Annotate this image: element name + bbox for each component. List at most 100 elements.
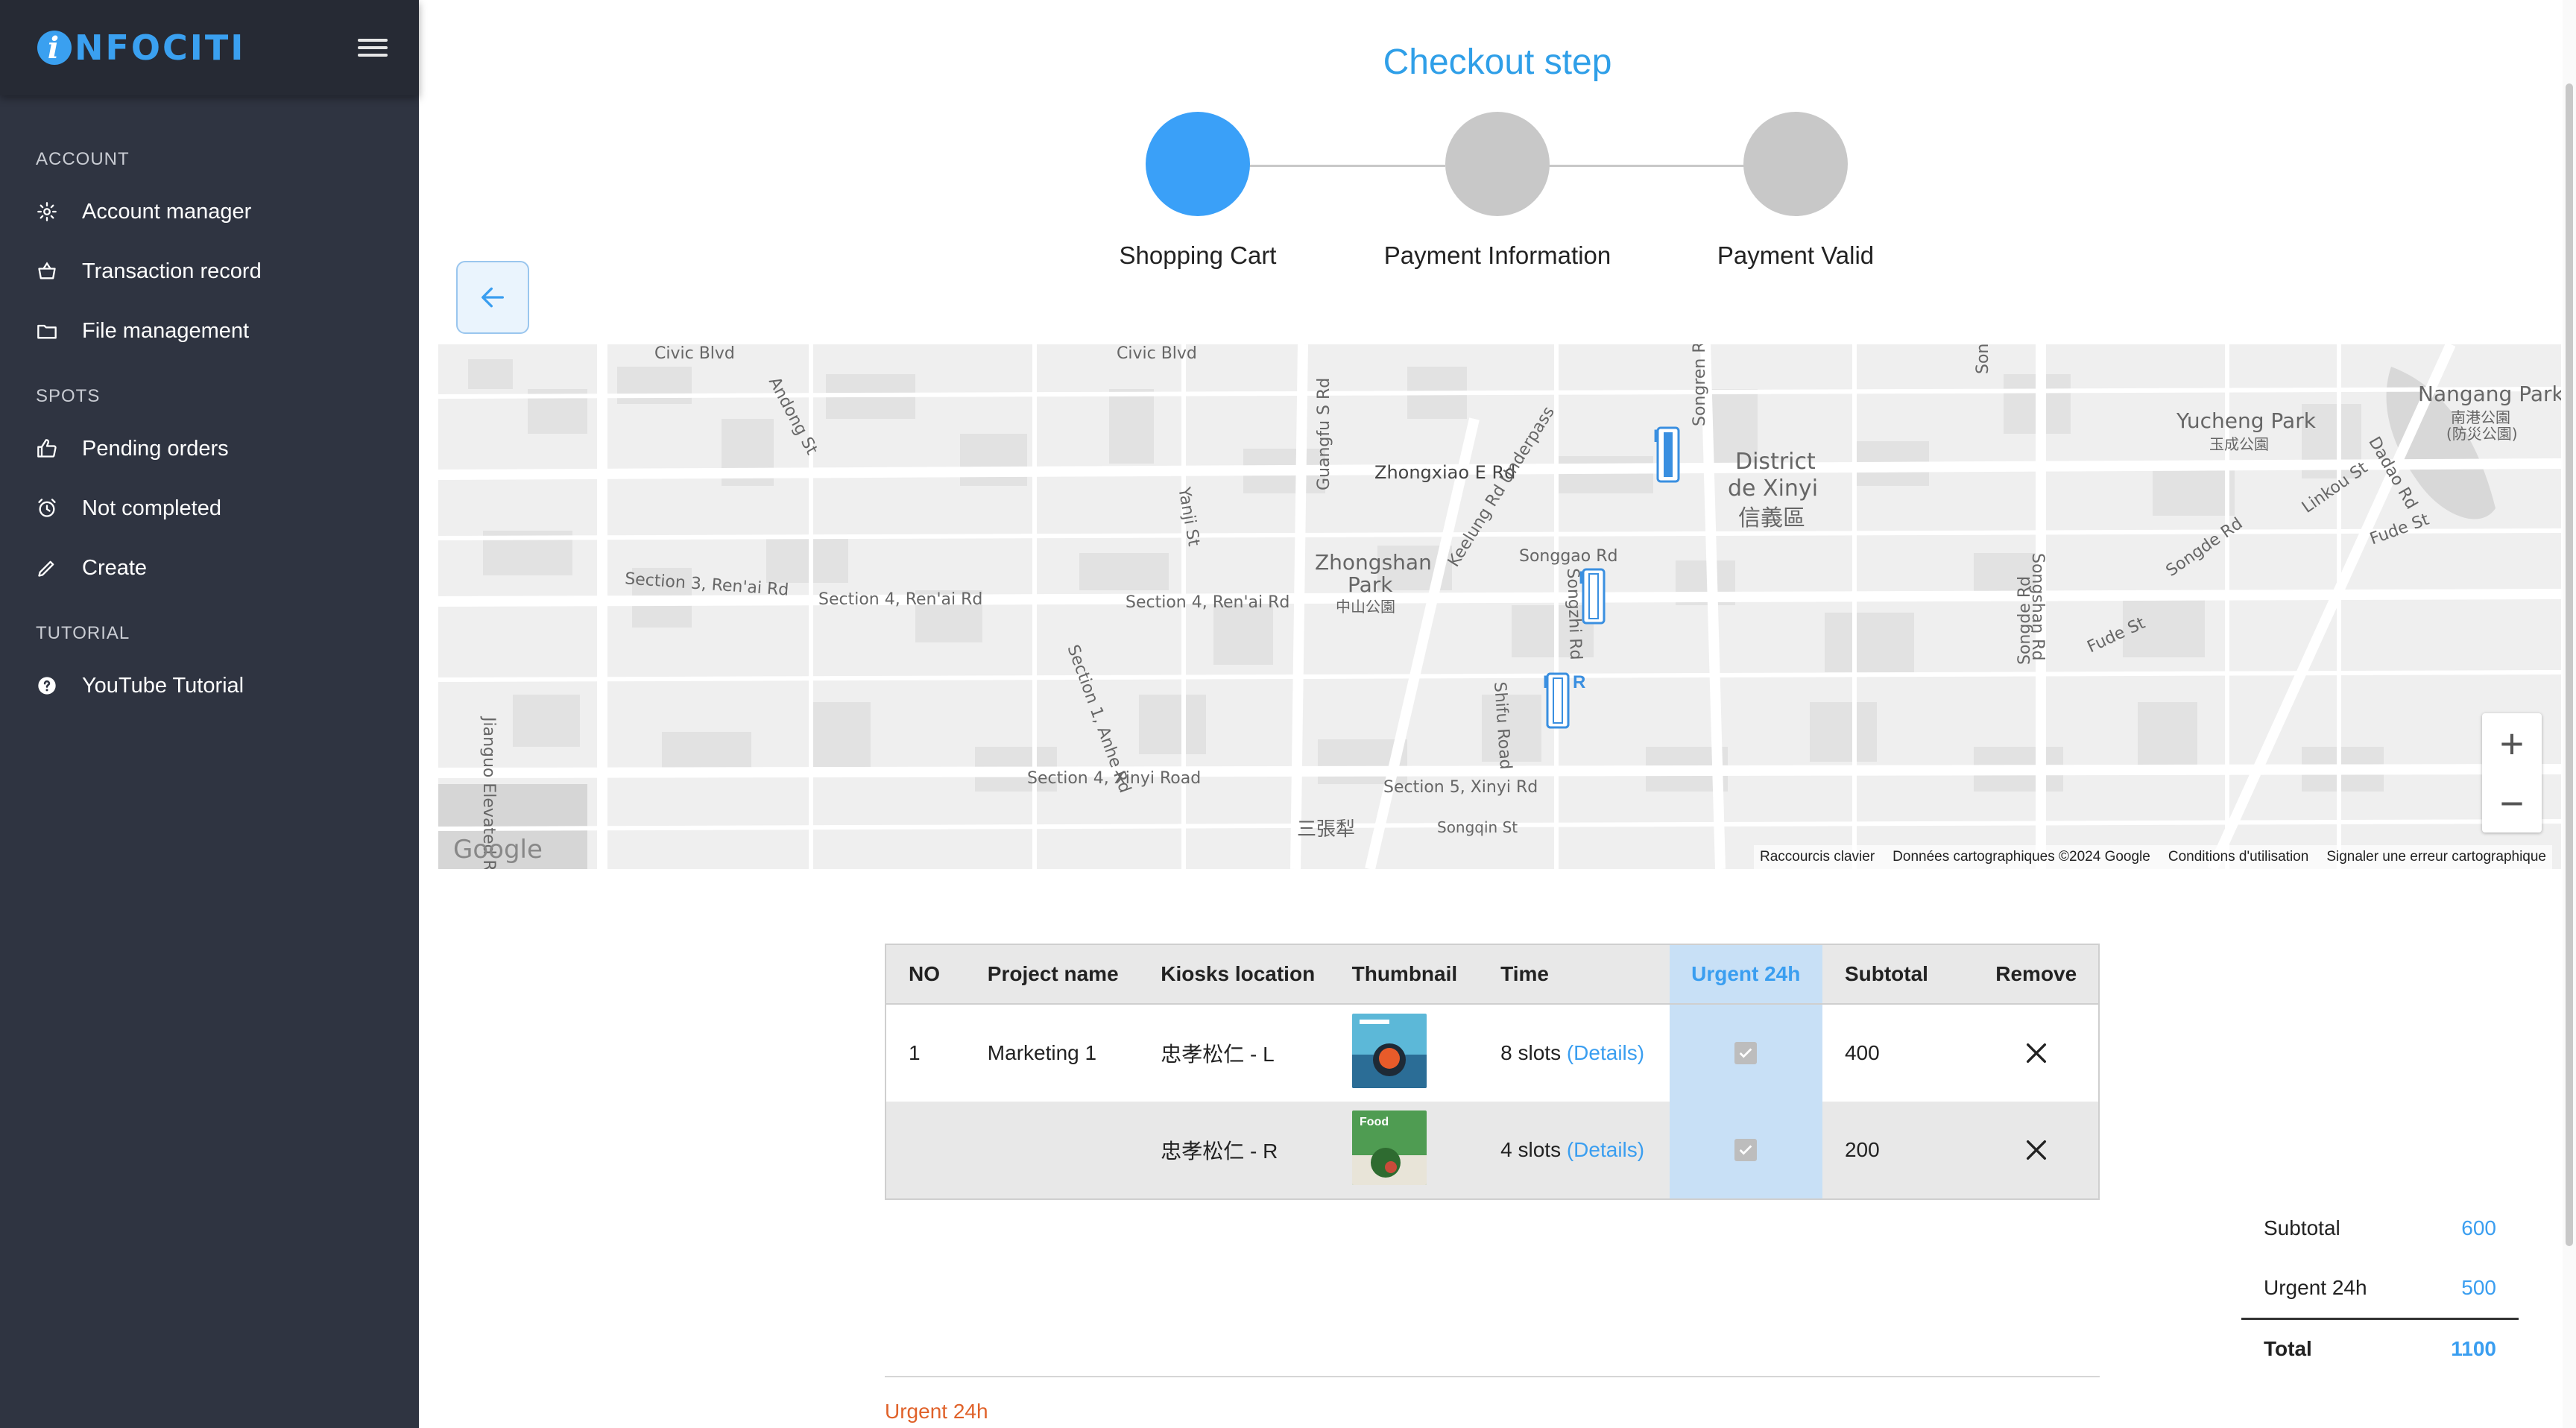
logo-initial: i: [37, 31, 72, 66]
thumbs-up-icon: [36, 437, 58, 460]
table-header-row: NO Project name Kiosks location Thumbnai…: [886, 945, 2098, 1005]
column-header-project: Project name: [987, 962, 1119, 985]
scrollbar-thumb[interactable]: [2566, 83, 2573, 1246]
kiosk-icon: [1546, 672, 1570, 729]
sidebar: i NFOCITI ACCOUNT Account manager Transa…: [0, 0, 419, 1428]
map-label: (防災公園): [2446, 425, 2518, 443]
map-label: Park: [1348, 572, 1393, 597]
divider: [885, 1376, 2100, 1377]
urgent-checkbox[interactable]: [1734, 1042, 1758, 1064]
slots-text: 4 slots: [1500, 1138, 1562, 1161]
sidebar-item-label: Pending orders: [82, 436, 229, 461]
checkout-title: Checkout step: [1383, 42, 1612, 82]
sidebar-section-tutorial: TUTORIAL: [36, 623, 130, 643]
sidebar-item-account-manager[interactable]: Account manager: [0, 182, 419, 241]
terms-link[interactable]: Conditions d'utilisation: [2168, 849, 2308, 865]
urgent-note: Urgent 24h: [885, 1400, 988, 1423]
checkmark-icon: [1739, 1048, 1752, 1058]
cell-subtotal: 200: [1844, 1138, 1880, 1161]
column-header-remove: Remove: [1995, 962, 2077, 985]
sidebar-item-transaction-record[interactable]: Transaction record: [0, 241, 419, 301]
map-view[interactable]: Civic Blvd Civic Blvd Zhongxiao E Rd Dis…: [438, 344, 2561, 869]
sidebar-item-label: Account manager: [82, 199, 252, 224]
kiosk-marker[interactable]: L R: [1653, 426, 1680, 483]
step-payment-valid-circle: [1743, 112, 1848, 216]
map-label: Songren Rd: [1690, 344, 1709, 426]
zoom-out-button[interactable]: −: [2482, 773, 2542, 833]
map-label: 中山公園: [1336, 598, 1395, 616]
sidebar-item-file-management[interactable]: File management: [0, 301, 419, 361]
map-label: Civic Blvd: [654, 344, 735, 363]
cell-subtotal: 400: [1844, 1041, 1880, 1064]
cell-location: 忠孝松仁 - R: [1161, 1140, 1278, 1163]
cell-time: 8 slots (Details): [1478, 1041, 1669, 1065]
cell-location: 忠孝松仁 - L: [1161, 1043, 1275, 1066]
cell-remove: [1974, 1137, 2098, 1163]
details-link[interactable]: (Details): [1567, 1041, 1644, 1064]
subtotal-label: Subtotal: [2264, 1216, 2340, 1239]
map-label: Zhongshan: [1315, 550, 1432, 575]
sidebar-item-label: File management: [82, 318, 250, 343]
report-error-link[interactable]: Signaler une erreur cartographique: [2326, 849, 2546, 865]
kiosk-marker[interactable]: L R R: [1543, 672, 1586, 729]
step-shopping-cart-circle: [1146, 112, 1250, 216]
total-label: Total: [2264, 1336, 2312, 1360]
google-logo: Google: [453, 835, 543, 865]
kiosk-letter: R: [1573, 672, 1586, 692]
kiosk-icon: [1582, 568, 1606, 625]
column-header-no: NO: [909, 962, 940, 985]
back-button[interactable]: [456, 261, 529, 334]
kiosk-marker[interactable]: L R: [1579, 568, 1606, 625]
cell-thumbnail: Food: [1330, 1110, 1479, 1190]
thumbnail-image[interactable]: [1351, 1013, 1427, 1088]
sidebar-item-label: Transaction record: [82, 259, 262, 283]
details-link[interactable]: (Details): [1567, 1138, 1644, 1161]
map-label: Section 4, Ren'ai Rd: [818, 590, 983, 609]
sidebar-item-pending-orders[interactable]: Pending orders: [0, 419, 419, 478]
sidebar-item-youtube-tutorial[interactable]: YouTube Tutorial: [0, 656, 419, 715]
step-label: Payment Valid: [1717, 241, 1875, 269]
map-data-text: Données cartographiques ©2024 Google: [1892, 849, 2150, 865]
sidebar-section-account: ACCOUNT: [36, 149, 130, 169]
cell-project: Marketing 1: [987, 1041, 1097, 1064]
slots-text: 8 slots: [1500, 1041, 1562, 1064]
logo-text: NFOCITI: [75, 28, 246, 68]
thumbnail-image[interactable]: Food: [1351, 1110, 1427, 1185]
subtotal-value: 600: [2461, 1216, 2496, 1239]
keyboard-shortcuts-link[interactable]: Raccourcis clavier: [1760, 849, 1875, 865]
column-header-time: Time: [1500, 962, 1549, 985]
gear-icon: [36, 200, 58, 223]
map-label: Songde Rd: [2015, 575, 2034, 665]
map-label: Guangfu S Rd: [1315, 377, 1333, 490]
map-label: de Xinyi: [1728, 476, 1819, 502]
step-label: Payment Information: [1383, 241, 1611, 269]
zoom-controls: + −: [2482, 713, 2542, 833]
app-logo[interactable]: i NFOCITI: [37, 28, 245, 68]
totals-urgent-row: Urgent 24h 500: [2241, 1258, 2519, 1318]
menu-toggle-icon[interactable]: [358, 34, 388, 61]
map-label: Songqin St: [1437, 818, 1518, 836]
zoom-in-button[interactable]: +: [2482, 713, 2542, 773]
sidebar-header: i NFOCITI: [0, 0, 419, 95]
table-row: 1 Marketing 1 忠孝松仁 - L 8 slots (Details)…: [886, 1005, 2098, 1102]
checkmark-icon: [1739, 1145, 1752, 1155]
sidebar-item-label: Create: [82, 555, 148, 580]
sidebar-item-not-completed[interactable]: Not completed: [0, 478, 419, 538]
thumbnail-text: Food: [1360, 1116, 1389, 1128]
step-label: Shopping Cart: [1119, 241, 1277, 269]
arrow-left-icon: [482, 287, 504, 308]
column-header-urgent: Urgent 24h: [1669, 945, 1822, 1003]
remove-icon[interactable]: [2024, 1137, 2049, 1163]
map-label: District: [1735, 449, 1816, 475]
sidebar-item-create[interactable]: Create: [0, 538, 419, 598]
map-label: Yucheng Park: [2176, 408, 2316, 433]
remove-icon[interactable]: [2024, 1040, 2049, 1066]
basket-icon: [36, 260, 58, 282]
column-header-location: Kiosks location: [1161, 962, 1316, 985]
totals-total-row: Total 1100: [2241, 1318, 2519, 1377]
sidebar-section-spots: SPOTS: [36, 386, 101, 406]
map-label: Civic Blvd: [1117, 344, 1197, 363]
map-label: Nangang Park: [2418, 382, 2561, 406]
urgent-checkbox[interactable]: [1734, 1139, 1758, 1161]
map-label: Songgao Rd: [1519, 547, 1618, 566]
